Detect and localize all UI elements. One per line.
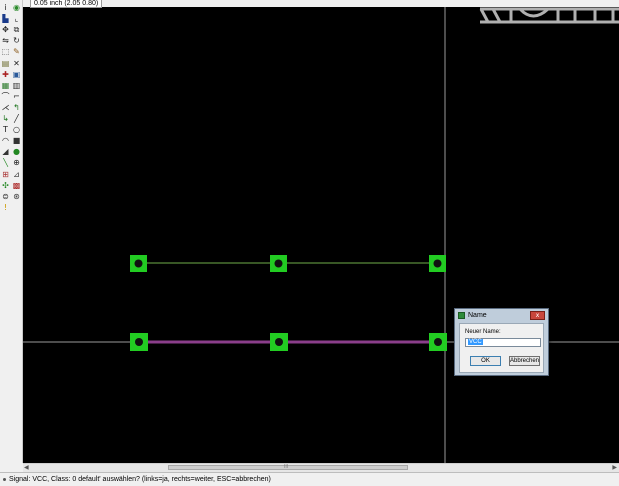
board-svg (23, 7, 619, 463)
delete-icon[interactable]: ✕ (12, 59, 21, 68)
pad[interactable] (270, 255, 287, 272)
drc-icon[interactable]: ⊛ (12, 192, 21, 201)
name-icon[interactable]: ▣ (12, 70, 21, 79)
ok-button[interactable]: OK (470, 356, 501, 366)
copy-icon[interactable]: ⧉ (12, 25, 21, 34)
coordinate-readout: 0.05 inch (2.05 0.80) (30, 0, 103, 8)
name-dialog: Name x Neuer Name: VCC OK Abbrechen (454, 308, 549, 376)
value-icon[interactable]: ▦ (1, 81, 10, 90)
circle-icon[interactable]: ○ (12, 125, 21, 134)
pad-vcc[interactable] (429, 333, 447, 351)
board-frame (479, 7, 619, 24)
move-icon[interactable]: ✥ (1, 25, 10, 34)
show-icon[interactable]: ◉ (12, 3, 21, 12)
ratsnest-icon[interactable]: ✣ (1, 181, 10, 190)
scroll-left-arrow-icon[interactable]: ◀ (24, 464, 29, 472)
pad[interactable] (130, 255, 147, 272)
via-icon[interactable]: ● (12, 147, 21, 156)
wire-icon[interactable]: ╱ (12, 114, 21, 123)
status-message: Signal: VCC, Class: 0 default' auswählen… (9, 476, 271, 483)
rotate-icon[interactable]: ↻ (12, 36, 21, 45)
auto-icon[interactable]: ▩ (12, 181, 21, 190)
mirror-icon[interactable]: ⇋ (1, 36, 10, 45)
layout-canvas[interactable] (23, 7, 619, 463)
cancel-button[interactable]: Abbrechen (509, 356, 540, 366)
erc-icon[interactable]: ⊜ (1, 192, 10, 201)
scrollbar-thumb[interactable]: III (168, 464, 408, 470)
info-icon[interactable]: i (1, 3, 10, 12)
status-bar: Signal: VCC, Class: 0 default' auswählen… (0, 472, 619, 485)
dialog-titlebar[interactable]: Name x (455, 309, 548, 322)
ripup-icon[interactable]: ↳ (1, 114, 10, 123)
paste-icon[interactable]: ▤ (1, 59, 10, 68)
status-dot-icon (3, 477, 6, 481)
new-name-input-value: VCC (468, 339, 483, 345)
smash-icon[interactable]: ▥ (12, 81, 21, 90)
mark-icon[interactable]: ⌞ (12, 14, 21, 23)
new-name-label: Neuer Name: (465, 329, 501, 335)
hole-icon[interactable]: ⊕ (12, 158, 21, 167)
scroll-right-arrow-icon[interactable]: ▶ (612, 464, 617, 472)
dialog-title: Name (468, 312, 487, 319)
pad[interactable] (429, 255, 446, 272)
dialog-body: Neuer Name: VCC OK Abbrechen (459, 323, 544, 373)
optimize-icon[interactable]: ⋌ (1, 103, 10, 112)
text-icon[interactable]: T (1, 125, 10, 134)
dimension-icon[interactable]: ⊿ (12, 170, 21, 179)
attribute-icon[interactable]: ⊞ (1, 170, 10, 179)
signal-icon[interactable]: ╲ (1, 158, 10, 167)
command-toolbar: i ◉ ▙ ⌞ ✥ ⧉ ⇋ ↻ ⬚ ✎ ▤ ✕ ✚ ▣ ▦ ▥ ⌒ ⌐ ⋌ ↰ ↳ ╱ T ○ ◠ ■ ◢ ● ╲ ⊕ ⊞ ⊿ ✣ ▩ ⊜ ⊛! (0, 0, 23, 463)
new-name-input[interactable]: VCC (465, 338, 541, 347)
arc-icon[interactable]: ◠ (1, 136, 10, 145)
pad-vcc[interactable] (130, 333, 148, 351)
scrollbar-grip-icon: III (284, 464, 289, 470)
add-icon[interactable]: ✚ (1, 70, 10, 79)
eagle-app-icon (458, 312, 465, 319)
errors-icon[interactable]: ! (1, 203, 10, 212)
polygon-icon[interactable]: ◢ (1, 147, 10, 156)
miter-icon[interactable]: ⌒ (1, 92, 10, 101)
split-icon[interactable]: ⌐ (12, 92, 21, 101)
route-icon[interactable]: ↰ (12, 103, 21, 112)
rect-icon[interactable]: ■ (12, 136, 21, 145)
change-icon[interactable]: ✎ (12, 47, 21, 56)
frame-tick (491, 8, 502, 23)
display-layers-icon[interactable]: ▙ (1, 14, 10, 23)
horizontal-scrollbar[interactable]: ◀ III ▶ (23, 463, 619, 472)
pad-vcc[interactable] (270, 333, 288, 351)
group-icon[interactable]: ⬚ (1, 47, 10, 56)
close-icon[interactable]: x (530, 311, 545, 320)
frame-tick (479, 8, 490, 23)
